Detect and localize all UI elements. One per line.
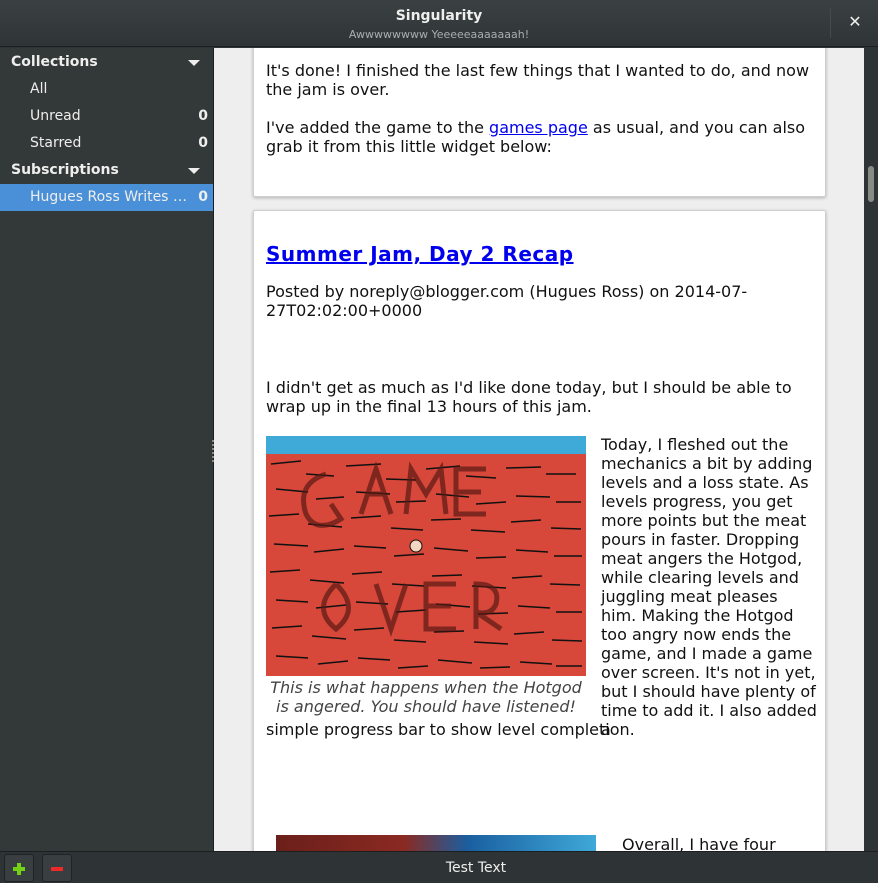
games-page-link[interactable]: games page (489, 118, 588, 137)
add-subscription-button[interactable] (4, 854, 34, 882)
scrollbar-thumb[interactable] (868, 166, 874, 202)
post-figure: This is what happens when the Hotgod is … (266, 436, 586, 716)
scrollbar[interactable] (864, 48, 878, 851)
post-paragraph: It's done! I finished the last few thing… (266, 61, 810, 99)
post-card: It's done! I finished the last few thing… (253, 48, 826, 197)
sidebar: Collections All Unread 0 Starred 0 Subsc… (0, 48, 214, 851)
sidebar-item-label: Unread (30, 108, 81, 124)
image-caption: This is what happens when the Hotgod is … (270, 678, 582, 716)
post-meta: Posted by noreply@blogger.com (Hugues Ro… (266, 282, 748, 320)
collapse-triangle-icon[interactable] (188, 60, 200, 66)
window-title: Singularity (395, 8, 483, 24)
post-paragraph: Overall, I have four (622, 835, 776, 851)
second-post-image (276, 835, 596, 851)
post-paragraph: I've added the game to the games page as… (266, 118, 806, 156)
subscriptions-header[interactable]: Subscriptions (0, 157, 214, 184)
post-paragraph: I didn't get as much as I'd like done to… (266, 378, 792, 416)
remove-subscription-button[interactable] (42, 854, 72, 882)
post-card: Summer Jam, Day 2 Recap Posted by norepl… (253, 210, 826, 851)
sidebar-item-label: Starred (30, 135, 82, 151)
sidebar-item-all[interactable]: All (0, 76, 214, 103)
post-paragraph: simple progress bar to show level comple… (266, 720, 635, 739)
collections-label: Collections (11, 54, 98, 70)
header-bar: Singularity Awwwwwwww Yeeeeeaaaaaaah! ✕ (0, 0, 878, 47)
game-over-image (266, 436, 586, 676)
sidebar-item-starred[interactable]: Starred 0 (0, 130, 214, 157)
feed-view[interactable]: It's done! I finished the last few thing… (214, 48, 864, 851)
sidebar-item-label: All (30, 81, 48, 97)
unread-count: 0 (198, 135, 208, 151)
subscriptions-label: Subscriptions (11, 162, 119, 178)
unread-count: 0 (198, 189, 208, 205)
unread-count: 0 (198, 108, 208, 124)
post-paragraph: Today, I fleshed out the mechanics a bit… (601, 435, 817, 739)
close-icon[interactable]: ✕ (841, 8, 869, 36)
sidebar-item-unread[interactable]: Unread 0 (0, 103, 214, 130)
header-separator (830, 8, 831, 38)
collapse-triangle-icon[interactable] (188, 168, 200, 174)
sidebar-item-label: Hugues Ross Writes a … (30, 189, 190, 205)
post-title-link[interactable]: Summer Jam, Day 2 Recap (266, 242, 574, 266)
sidebar-item-subscription[interactable]: Hugues Ross Writes a … 0 (0, 184, 214, 211)
status-bar: Test Text (0, 851, 878, 883)
window-subtitle: Awwwwwwww Yeeeeeaaaaaaah! (348, 28, 530, 41)
status-text: Test Text (445, 860, 507, 876)
collections-header[interactable]: Collections (0, 49, 214, 76)
minus-icon (51, 867, 63, 871)
